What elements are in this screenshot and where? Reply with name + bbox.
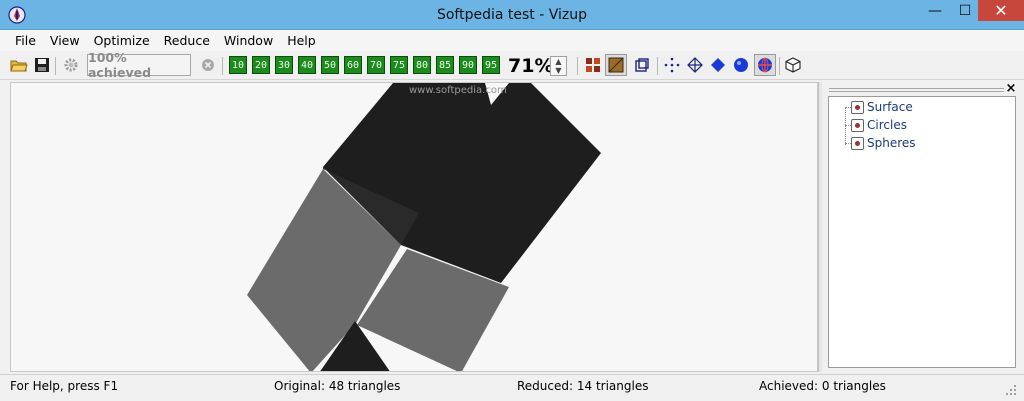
- reduce-80-button[interactable]: 80: [413, 56, 431, 74]
- edges-icon[interactable]: [685, 54, 705, 76]
- cancel-icon[interactable]: [198, 54, 218, 76]
- reduce-20-button[interactable]: 20: [252, 56, 270, 74]
- menu-view[interactable]: View: [43, 30, 87, 51]
- sphere-icon[interactable]: [731, 54, 751, 76]
- status-original: Original: 48 triangles: [274, 379, 401, 393]
- toolbar-separator: [55, 57, 56, 75]
- resize-grip-icon[interactable]: [1004, 383, 1018, 397]
- toolbar-separator: [779, 57, 780, 75]
- tree-item-surface[interactable]: Surface: [851, 99, 913, 115]
- watermark: www.softpedia.com: [409, 85, 507, 96]
- reduce-30-button[interactable]: 30: [275, 56, 293, 74]
- menu-file[interactable]: File: [8, 30, 43, 51]
- reduce-70-button[interactable]: 70: [367, 56, 385, 74]
- zoom-spinner[interactable]: ▲ ▼: [550, 56, 567, 76]
- menu-bar: File View Optimize Reduce Window Help: [0, 30, 1024, 51]
- menu-window[interactable]: Window: [217, 30, 280, 51]
- globe-icon[interactable]: [754, 54, 776, 76]
- status-help: For Help, press F1: [10, 379, 119, 393]
- render-mode-wireframe-icon[interactable]: [632, 54, 652, 76]
- reduce-10-button[interactable]: 10: [229, 56, 247, 74]
- maximize-button[interactable]: ☐: [952, 0, 978, 21]
- toolbar-separator: [577, 57, 578, 75]
- model-render: [247, 83, 601, 371]
- tree-item-circles[interactable]: Circles: [851, 117, 907, 133]
- render-mode-grid-icon[interactable]: [583, 54, 603, 76]
- status-achieved: Achieved: 0 triangles: [759, 379, 886, 393]
- tree-item-label: Surface: [867, 100, 913, 114]
- panel-grip[interactable]: [829, 88, 1004, 92]
- reduce-60-button[interactable]: 60: [344, 56, 362, 74]
- panel-close-button[interactable]: ×: [1004, 82, 1018, 96]
- title-bar[interactable]: Softpedia test - Vizup — ☐ ✕: [0, 0, 1024, 30]
- render-mode-shaded-icon[interactable]: [605, 54, 627, 76]
- object-tree: Surface Circles Spheres: [828, 96, 1016, 368]
- reduce-95-button[interactable]: 95: [482, 56, 500, 74]
- object-panel: × Surface Circles Spheres: [822, 82, 1024, 372]
- status-reduced: Reduced: 14 triangles: [517, 379, 649, 393]
- status-bar: For Help, press F1 Original: 48 triangle…: [0, 374, 1024, 401]
- reduce-90-button[interactable]: 90: [459, 56, 477, 74]
- close-button[interactable]: ✕: [978, 0, 1024, 21]
- toolbar-separator: [222, 57, 223, 75]
- tree-item-spheres[interactable]: Spheres: [851, 135, 916, 151]
- node-icon: [851, 136, 864, 150]
- tree-item-label: Circles: [867, 118, 907, 132]
- tree-item-label: Spheres: [867, 136, 916, 150]
- menu-optimize[interactable]: Optimize: [87, 30, 157, 51]
- toolbar-separator: [657, 57, 658, 75]
- tree-connector: [845, 107, 846, 145]
- cube-icon[interactable]: [783, 54, 803, 76]
- model-viewport[interactable]: www.softpedia.com: [10, 82, 818, 372]
- node-icon: [851, 100, 864, 114]
- zoom-down-button[interactable]: ▼: [551, 66, 566, 75]
- save-icon[interactable]: [32, 54, 52, 76]
- zoom-up-button[interactable]: ▲: [551, 57, 566, 66]
- open-folder-icon[interactable]: [9, 54, 29, 76]
- achieved-indicator: 100% achieved: [87, 50, 191, 80]
- reduce-40-button[interactable]: 40: [298, 56, 316, 74]
- node-icon: [851, 118, 864, 132]
- reduce-75-button[interactable]: 75: [390, 56, 408, 74]
- minimize-button[interactable]: —: [918, 0, 952, 21]
- zoom-level: 71%: [508, 55, 554, 77]
- faces-icon[interactable]: [708, 54, 728, 76]
- gear-icon[interactable]: [61, 54, 81, 76]
- window-title: Softpedia test - Vizup: [436, 7, 588, 23]
- reduce-50-button[interactable]: 50: [321, 56, 339, 74]
- reduce-85-button[interactable]: 85: [436, 56, 454, 74]
- vertices-icon[interactable]: [662, 54, 682, 76]
- menu-help[interactable]: Help: [280, 30, 323, 51]
- menu-reduce[interactable]: Reduce: [157, 30, 217, 51]
